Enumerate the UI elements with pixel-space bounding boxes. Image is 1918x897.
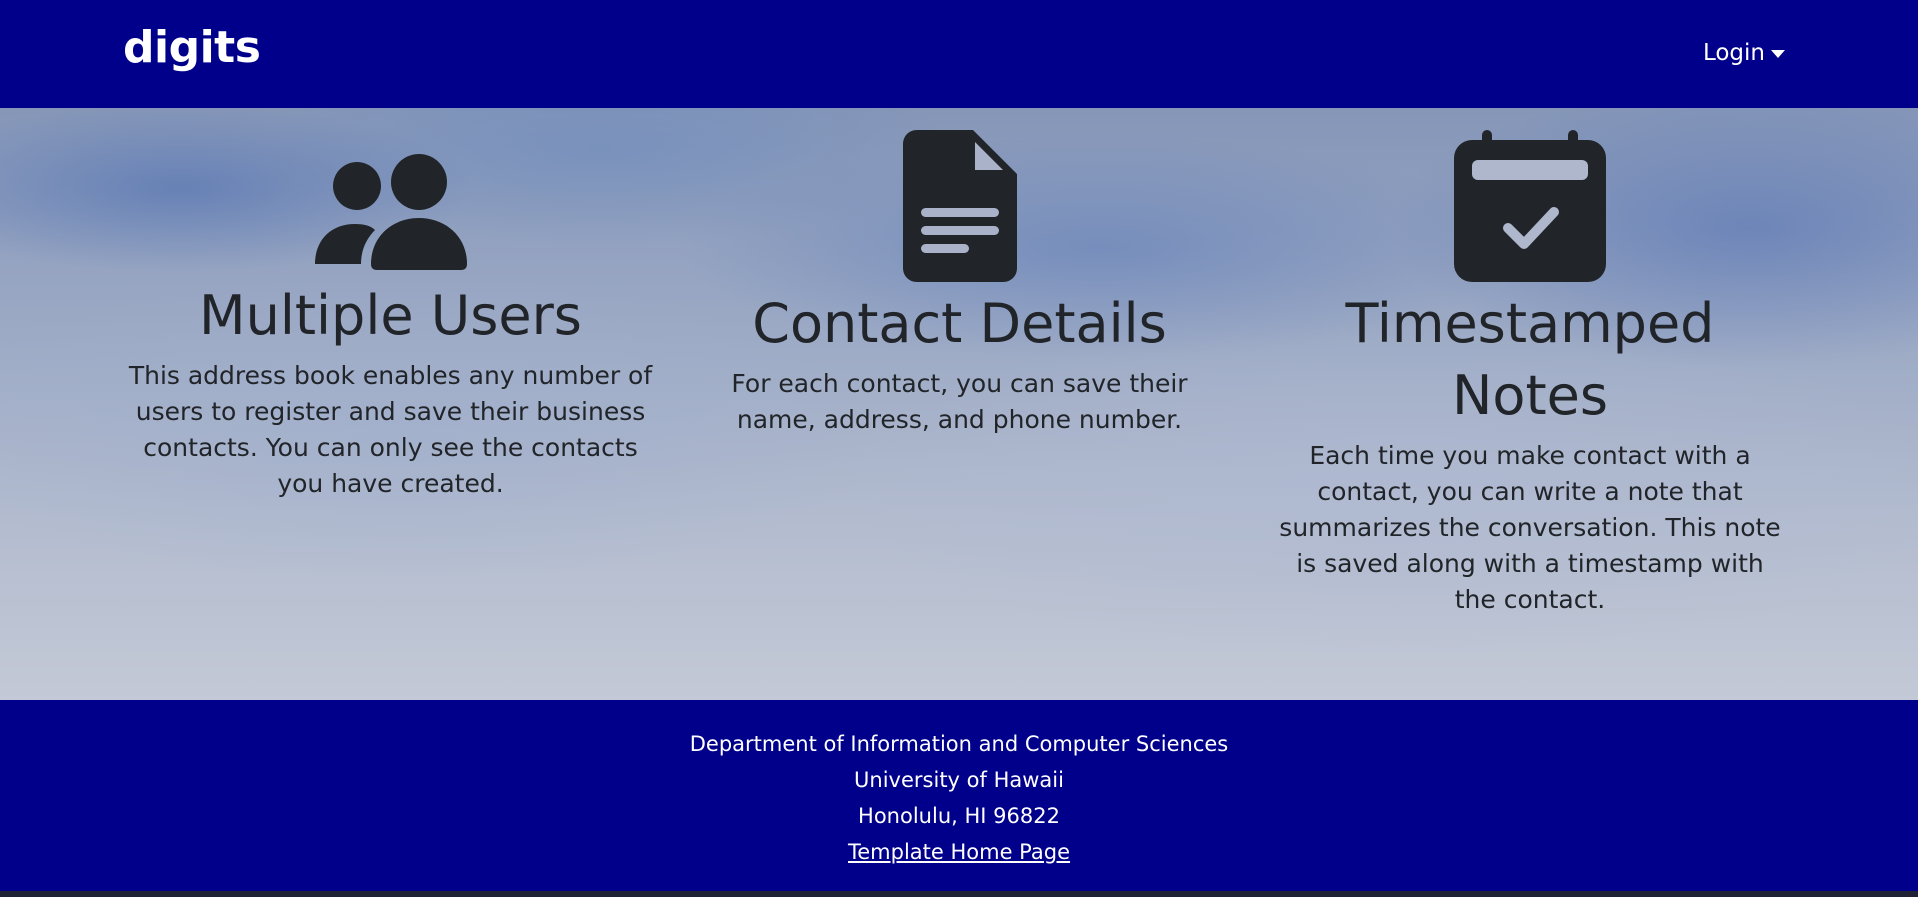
- bottom-strip: [0, 891, 1918, 897]
- login-label: Login: [1702, 40, 1765, 66]
- users-icon: [314, 154, 467, 270]
- feature-description: For each contact, you can save their nam…: [731, 369, 1188, 434]
- feature-description: Each time you make contact with a contac…: [1279, 441, 1781, 614]
- footer-department: Department of Information and Computer S…: [689, 732, 1229, 756]
- calendar-check-icon: [1454, 130, 1606, 282]
- feature-title: Multiple Users: [199, 284, 582, 347]
- footer-address: Honolulu, HI 96822: [858, 804, 1060, 828]
- template-home-page-link[interactable]: Template Home Page: [848, 840, 1070, 864]
- feature-title: Contact Details: [752, 292, 1167, 355]
- landing-hero: Multiple Users This address book enables…: [0, 108, 1918, 700]
- feature-multiple-users: Multiple Users This address book enables…: [118, 108, 663, 502]
- file-text-icon: [902, 130, 1017, 282]
- feature-title: Timestamped Notes: [1345, 292, 1715, 427]
- caret-down-icon: [1771, 50, 1785, 58]
- login-dropdown-button[interactable]: Login: [1703, 40, 1785, 66]
- feature-timestamped-notes: Timestamped Notes Each time you make con…: [1272, 108, 1788, 618]
- brand-logo[interactable]: digits: [123, 22, 261, 73]
- navbar: digits Login: [0, 0, 1918, 108]
- footer: Department of Information and Computer S…: [0, 700, 1918, 891]
- footer-university: University of Hawaii: [854, 768, 1064, 792]
- feature-description: This address book enables any number of …: [128, 361, 653, 498]
- feature-contact-details: Contact Details For each contact, you ca…: [697, 108, 1222, 438]
